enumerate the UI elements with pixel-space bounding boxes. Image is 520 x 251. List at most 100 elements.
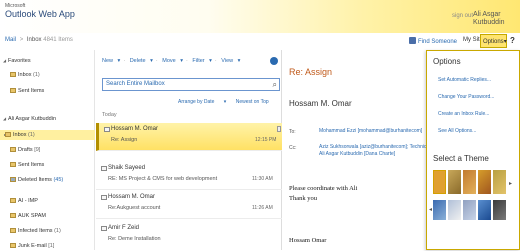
cc-line-2: Ali Asgar Kutbuddin [Dana Charte] <box>319 151 396 157</box>
theme-swatch[interactable] <box>478 170 491 194</box>
theme-swatch[interactable] <box>433 170 446 194</box>
search-placeholder: Search Entire Mailbox <box>106 81 165 87</box>
folder-auk-spam[interactable]: AUK SPAM <box>10 211 46 221</box>
theme-swatch[interactable] <box>433 200 446 220</box>
toolbar-separator: · <box>123 58 126 64</box>
message-sender: Hossam M. Omar <box>108 194 156 200</box>
toolbar-separator: · <box>155 58 158 64</box>
theme-swatch[interactable] <box>493 170 506 194</box>
favorite-sent-items[interactable]: Sent Items <box>10 86 44 96</box>
folder-label: AI - IMP <box>18 198 38 204</box>
sort-order-button[interactable]: Newest on Top <box>236 99 269 105</box>
message-row[interactable]: Amir F Zeid Re: Deme Installation <box>96 222 282 250</box>
find-someone-label: Find Someone <box>418 39 458 45</box>
folder-label: Infected Items <box>18 228 53 234</box>
folder-deleted-items[interactable]: Deleted Items (45) <box>10 175 63 185</box>
envelope-icon <box>101 166 107 171</box>
envelope-icon <box>101 195 107 200</box>
message-row[interactable]: Hossam M. Omar Re: Assign 12:15 PM <box>96 123 282 151</box>
account-header[interactable]: ◢ Ali Asgar Kutbuddin <box>3 114 56 124</box>
reading-pane: Re: Assign Hossam M. Omar To: Mohammad E… <box>283 50 449 250</box>
flag-icon[interactable] <box>277 126 281 132</box>
options-menu-title: Options <box>433 57 461 66</box>
folder-icon <box>10 88 16 93</box>
message-sender: Shaik Sayeed <box>108 165 146 171</box>
message-row[interactable]: Hossam M. Omar Re:Aukguest account 11:26… <box>96 191 282 219</box>
message-time: 11:30 AM <box>252 176 273 182</box>
theme-swatch[interactable] <box>448 200 461 220</box>
unread-count: (1) <box>28 132 35 138</box>
theme-section-title: Select a Theme <box>433 154 489 163</box>
theme-swatch[interactable] <box>478 200 491 220</box>
theme-swatch[interactable] <box>463 200 476 220</box>
refresh-icon[interactable] <box>270 57 278 65</box>
new-button[interactable]: New ▾ <box>102 58 120 64</box>
folder-icon <box>10 162 16 167</box>
folder-infected-items[interactable]: Infected Items (1) <box>10 226 61 236</box>
folder-label: Sent Items <box>18 88 45 94</box>
menu-item-automatic-replies[interactable]: Set Automatic Replies... <box>438 77 491 83</box>
delete-button[interactable]: Delete ▾ <box>130 58 153 64</box>
options-button[interactable]: Options▾ <box>480 34 507 48</box>
message-subject: RE: MS Project & CMS for web development <box>108 176 218 182</box>
address-book-icon <box>409 37 416 44</box>
view-button[interactable]: View ▾ <box>221 58 240 64</box>
delete-label: Delete <box>129 58 146 64</box>
message-row[interactable]: Shaik Sayeed RE: MS Project & CMS for we… <box>96 162 282 190</box>
menu-item-change-password[interactable]: Change Your Password... <box>438 94 494 100</box>
envelope-icon <box>104 127 110 132</box>
breadcrumb-mail[interactable]: Mail <box>5 37 16 43</box>
menu-item-all-options[interactable]: See All Options... <box>438 128 476 134</box>
to-recipients[interactable]: Mohammad Ezzi [mohammad@burhanitecom] <box>319 128 422 135</box>
folder-icon <box>10 213 16 218</box>
favorites-header[interactable]: ◢ Favorites <box>3 56 31 66</box>
options-label: Options <box>483 39 504 45</box>
folder-label: Inbox <box>18 72 32 78</box>
folder-icon <box>10 147 16 152</box>
arrange-by-button[interactable]: Arrange by Date ▾ <box>178 99 226 105</box>
folder-icon <box>10 198 16 203</box>
folder-ai-imp[interactable]: AI - IMP <box>10 196 38 206</box>
email-signature: Hossam Omar <box>289 237 327 244</box>
menu-item-inbox-rule[interactable]: Create an Inbox Rule... <box>438 111 489 117</box>
help-icon[interactable]: ? <box>510 36 515 45</box>
theme-swatch[interactable] <box>448 170 461 194</box>
breadcrumb-folder: Inbox <box>26 37 42 43</box>
account-label: Ali Asgar Kutbuddin <box>8 116 57 122</box>
scroll-right-icon[interactable]: ▸ <box>509 180 512 187</box>
folder-pane: ◢ Favorites Inbox (1) Sent Items ◢ Ali Asg… <box>0 50 95 250</box>
new-label: New <box>102 58 114 64</box>
item-count: [9] <box>34 147 41 153</box>
sign-out-link[interactable]: sign out <box>452 13 473 19</box>
arrange-bar: Arrange by Date ▾ Newest on Top <box>178 99 277 105</box>
brand-title: Outlook Web App <box>5 9 75 19</box>
toolbar-separator: · <box>186 58 188 64</box>
search-input[interactable]: Search Entire Mailbox ⌕ <box>102 78 280 91</box>
theme-swatch[interactable] <box>493 200 506 220</box>
email-subject: Re: Assign <box>289 67 333 77</box>
move-button[interactable]: Move ▾ <box>162 58 183 64</box>
cc-label: Cc: <box>289 145 297 151</box>
chevron-down-icon: ▾ <box>503 39 507 45</box>
folder-inbox[interactable]: ▸Inbox (1) <box>0 130 95 140</box>
message-sender: Amir F Zeid <box>108 225 140 231</box>
app-logo: Microsoft Outlook Web App <box>5 4 75 19</box>
unread-count: (1) <box>54 228 61 234</box>
folder-sent-items[interactable]: Sent Items <box>10 160 44 170</box>
folder-label: AUK SPAM <box>18 213 47 219</box>
group-header-today: Today <box>102 112 117 118</box>
toolbar-separator: · <box>214 58 217 64</box>
message-subject: Re: Deme Installation <box>108 236 161 242</box>
folder-drafts[interactable]: Drafts [9] <box>10 145 40 155</box>
folder-label: Sent Items <box>18 162 45 168</box>
theme-swatch[interactable] <box>463 170 476 194</box>
scroll-left-icon[interactable]: ◂ <box>429 206 432 213</box>
find-someone-link[interactable]: Find Someone <box>409 37 457 51</box>
envelope-icon <box>101 226 107 231</box>
email-sender[interactable]: Hossam M. Omar <box>289 99 352 108</box>
favorite-inbox[interactable]: Inbox (1) <box>10 70 40 80</box>
filter-button[interactable]: Filter ▾ <box>192 58 212 64</box>
message-subject: Re: Assign <box>111 137 138 143</box>
search-icon[interactable]: ⌕ <box>273 80 277 90</box>
filter-label: Filter <box>192 58 205 64</box>
